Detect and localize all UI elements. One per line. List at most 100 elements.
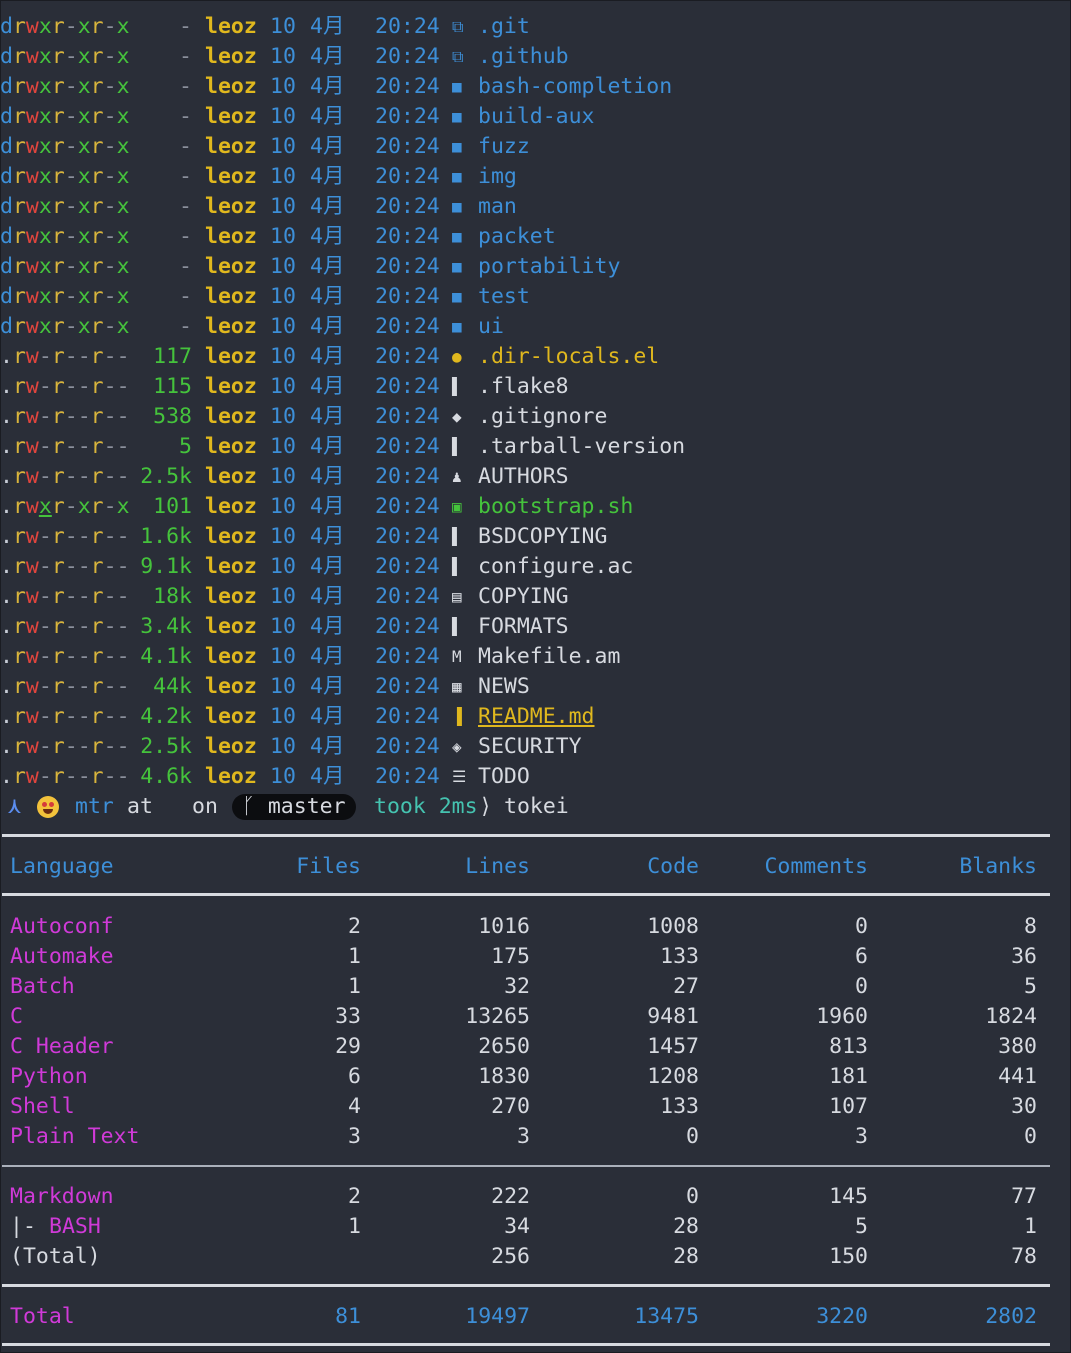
file-name[interactable]: fuzz (478, 132, 530, 162)
permission-char: r (90, 494, 104, 519)
file-name[interactable]: Makefile.am (478, 642, 620, 672)
command-text[interactable]: tokei (504, 792, 569, 822)
permission-char: . (0, 434, 13, 459)
permission-char: - (103, 344, 117, 369)
folder-icon: ■ (452, 317, 462, 336)
permission-char: - (38, 584, 52, 609)
file-name[interactable]: AUTHORS (478, 462, 569, 492)
permissions: drwxr-xr-x (0, 312, 130, 342)
file-month: 4月 (310, 704, 345, 729)
permission-char: - (103, 14, 117, 39)
prompt-at: at (127, 794, 153, 819)
permission-char: w (25, 644, 39, 669)
file-name[interactable]: build-aux (478, 102, 595, 132)
permission-char: r (12, 14, 26, 39)
permission-char: - (116, 434, 130, 459)
comments-count: 150 (829, 1244, 868, 1269)
file-time: 20:24 (375, 164, 440, 189)
file-name[interactable]: .github (478, 42, 569, 72)
permission-char: d (0, 104, 13, 129)
file-size: 4.2k (140, 704, 192, 729)
permission-char: . (0, 764, 13, 789)
file-name[interactable]: .tarball-version (478, 432, 685, 462)
file-name[interactable]: test (478, 282, 530, 312)
file-size: 538 (153, 404, 192, 429)
permission-char: r (12, 104, 26, 129)
file-name[interactable]: bash-completion (478, 72, 672, 102)
language-name: Autoconf (10, 914, 114, 939)
file-name[interactable]: .gitignore (478, 402, 607, 432)
permission-char: r (51, 434, 65, 459)
permission-char: w (25, 704, 39, 729)
permission-char: d (0, 44, 13, 69)
permission-char: r (12, 74, 26, 99)
file-name[interactable]: BSDCOPYING (478, 522, 607, 552)
file-name[interactable]: FORMATS (478, 612, 569, 642)
file-owner: leoz (205, 284, 257, 309)
permission-char: r (51, 164, 65, 189)
permission-char: x (77, 74, 91, 99)
file-owner: leoz (205, 104, 257, 129)
table-divider (2, 893, 1050, 896)
permission-char: . (0, 674, 13, 699)
folder-icon: ■ (452, 167, 462, 186)
file-time: 20:24 (375, 194, 440, 219)
permission-char: r (90, 254, 104, 279)
file-time: 20:24 (375, 704, 440, 729)
file-name[interactable]: man (478, 192, 517, 222)
file-day: 10 (270, 734, 296, 759)
permission-char: - (64, 44, 78, 69)
permission-char: x (77, 224, 91, 249)
permission-char: - (38, 764, 52, 789)
file-month: 4月 (310, 374, 345, 399)
file-day: 10 (270, 644, 296, 669)
file-owner: leoz (205, 674, 257, 699)
permission-char: r (51, 764, 65, 789)
file-name[interactable]: configure.ac (478, 552, 633, 582)
file-name[interactable]: bootstrap.sh (478, 492, 633, 522)
file-name[interactable]: packet (478, 222, 556, 252)
permission-char: x (116, 194, 130, 219)
folder-icon: ■ (452, 227, 462, 246)
permission-char: - (103, 374, 117, 399)
permission-char: r (90, 674, 104, 699)
terminal-window[interactable]: drwxr-xr-x - leoz 10 4月 20:24 ⧉ .git drwxr-xr-x -… (0, 0, 1071, 1353)
file-size: 44k (153, 674, 192, 699)
file-name[interactable]: COPYING (478, 582, 569, 612)
permission-char: r (90, 464, 104, 489)
permission-char: r (51, 194, 65, 219)
file-name[interactable]: SECURITY (478, 732, 582, 762)
file-name[interactable]: .git (478, 12, 530, 42)
permission-char: r (51, 134, 65, 159)
file-name[interactable]: TODO (478, 762, 530, 792)
permission-char: - (77, 614, 91, 639)
permission-char: - (64, 494, 78, 519)
blanks-count: 30 (1011, 1094, 1037, 1119)
file-name[interactable]: portability (478, 252, 620, 282)
face-mouth (43, 809, 53, 814)
permission-char: - (64, 284, 78, 309)
permission-char: - (116, 524, 130, 549)
folder-icon: ■ (452, 137, 462, 156)
file-name[interactable]: NEWS (478, 672, 530, 702)
file-month: 4月 (310, 254, 345, 279)
language-name: Automake (10, 944, 114, 969)
permission-char: w (25, 554, 39, 579)
file-time: 20:24 (375, 554, 440, 579)
file-name[interactable]: .flake8 (478, 372, 569, 402)
permission-char: r (51, 524, 65, 549)
file-time: 20:24 (375, 764, 440, 789)
file-name[interactable]: README.md (478, 702, 595, 732)
file-name[interactable]: .dir-locals.el (478, 342, 659, 372)
file-name[interactable]: img (478, 162, 517, 192)
file-size: 101 (153, 494, 192, 519)
permission-char: . (0, 644, 13, 669)
git-branch-badge: ᚴ master (232, 794, 356, 820)
permission-char: x (38, 494, 52, 519)
file-name[interactable]: ui (478, 312, 504, 342)
files-count: 29 (335, 1034, 361, 1059)
blanks-count: Blanks (959, 854, 1037, 879)
file-day: 10 (270, 764, 296, 789)
file-time: 20:24 (375, 254, 440, 279)
config-file-icon: ▌ (452, 557, 462, 576)
